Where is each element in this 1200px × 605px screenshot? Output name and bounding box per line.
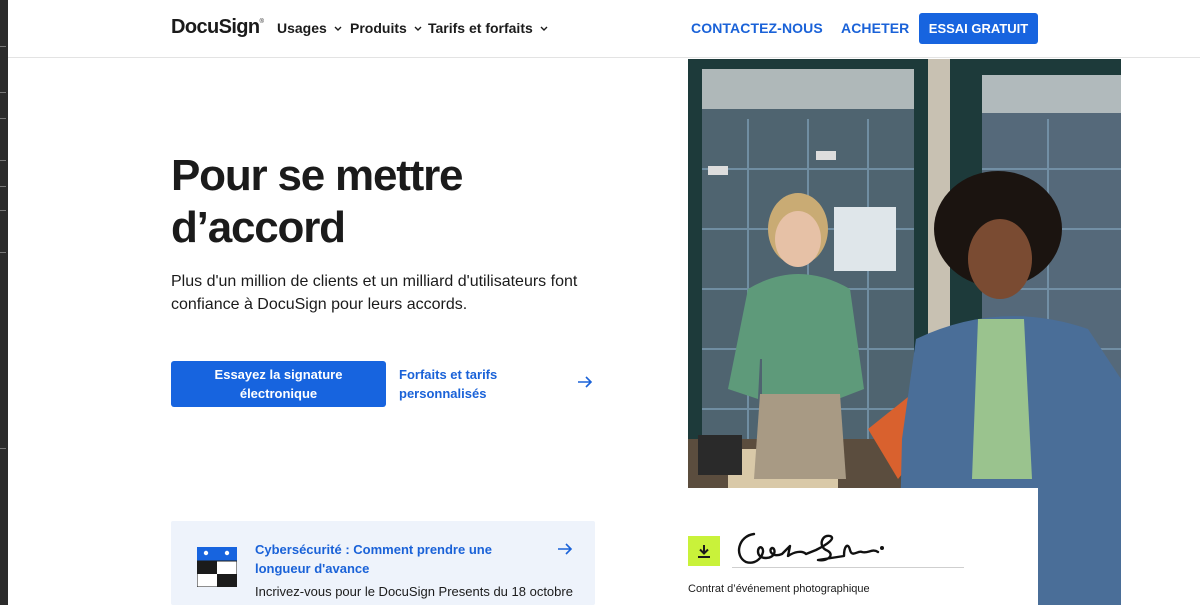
buy-link[interactable]: ACHETER — [841, 20, 909, 36]
nav-produits-label: Produits — [350, 20, 407, 36]
signature-line — [732, 567, 964, 568]
download-icon — [698, 545, 710, 558]
custom-plans-link[interactable]: Forfaits et tarifs personnalisés — [399, 365, 599, 405]
signature-card: Contrat d’événement photographique — [688, 488, 1038, 605]
nav-usages-label: Usages — [277, 20, 327, 36]
chevron-down-icon — [540, 26, 548, 31]
download-button[interactable] — [688, 536, 720, 566]
signature-graphic — [737, 532, 884, 564]
background-window-edge — [0, 0, 8, 605]
arrow-right-icon — [578, 376, 593, 388]
try-esignature-label: Essayez la signature électronique — [214, 367, 343, 401]
custom-plans-label: Forfaits et tarifs personnalisés — [399, 367, 498, 401]
chevron-down-icon — [334, 26, 342, 31]
promo-title: Cybersécurité : Comment prendre une long… — [255, 542, 492, 576]
free-trial-button[interactable]: ESSAI GRATUIT — [919, 13, 1038, 44]
nav-produits[interactable]: Produits — [350, 20, 422, 36]
try-esignature-button[interactable]: Essayez la signature électronique — [171, 361, 386, 407]
chevron-down-icon — [414, 26, 422, 31]
nav-tarifs-label: Tarifs et forfaits — [428, 20, 533, 36]
signature-caption: Contrat d’événement photographique — [688, 583, 870, 595]
docusign-logo[interactable]: DocuSign® — [171, 16, 264, 39]
nav-tarifs[interactable]: Tarifs et forfaits — [428, 20, 548, 36]
event-promo-card[interactable]: Cybersécurité : Comment prendre une long… — [171, 521, 595, 605]
hero-subtitle: Plus d'un million de clients et un milli… — [171, 273, 578, 313]
site-header: DocuSign® Usages Produits Tarifs et forf… — [8, 0, 1200, 58]
hero-title: Pour se mettre d’accord — [171, 151, 464, 252]
contact-link[interactable]: CONTACTEZ-NOUS — [691, 20, 823, 36]
nav-usages[interactable]: Usages — [277, 20, 342, 36]
arrow-right-icon — [558, 543, 573, 555]
promo-description: Incrivez-vous pour le DocuSign Presents … — [255, 584, 573, 599]
event-calendar-icon — [197, 547, 237, 587]
